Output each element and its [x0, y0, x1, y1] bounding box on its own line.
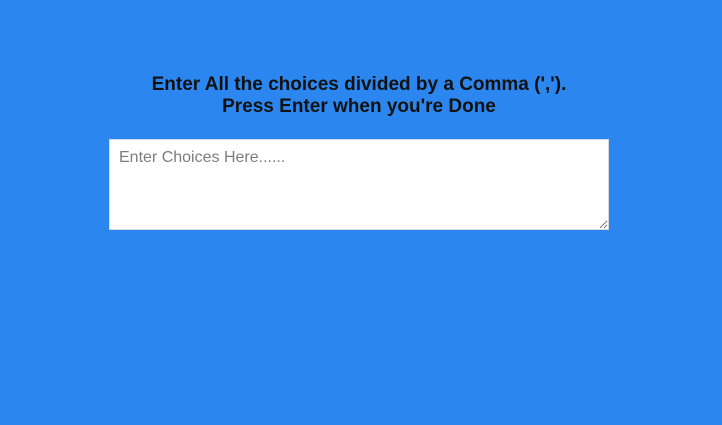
instructions-line-1: Enter All the choices divided by a Comma… — [151, 74, 567, 95]
page: Enter All the choices divided by a Comma… — [0, 0, 722, 425]
instructions-heading: Enter All the choices divided by a Comma… — [0, 74, 718, 118]
choices-textarea[interactable] — [109, 139, 609, 230]
instructions-line-2: Press Enter when you're Done — [222, 96, 496, 117]
